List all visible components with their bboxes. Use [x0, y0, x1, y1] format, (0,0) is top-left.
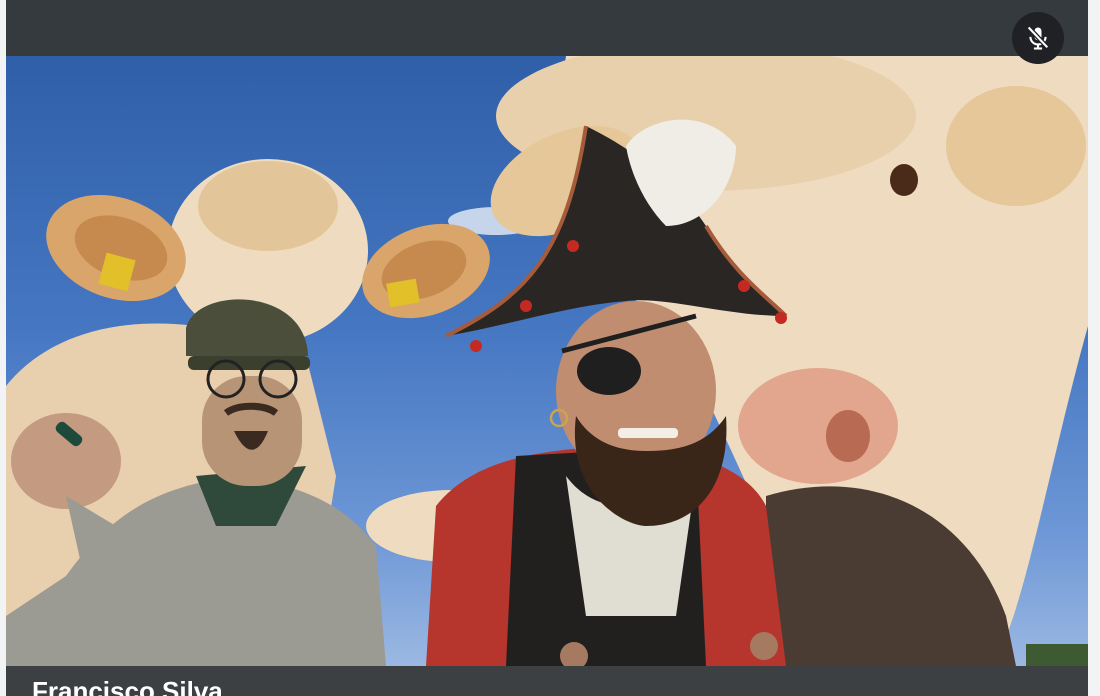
- video-frame-image: [6, 56, 1088, 666]
- participant-tile[interactable]: [6, 0, 1088, 696]
- mic-muted-indicator: [1012, 12, 1064, 64]
- video-feed: [6, 56, 1088, 666]
- mic-off-icon: [1026, 25, 1050, 50]
- tile-top-bar: [6, 0, 1088, 56]
- participant-name-label: Francisco Silva: [32, 676, 223, 696]
